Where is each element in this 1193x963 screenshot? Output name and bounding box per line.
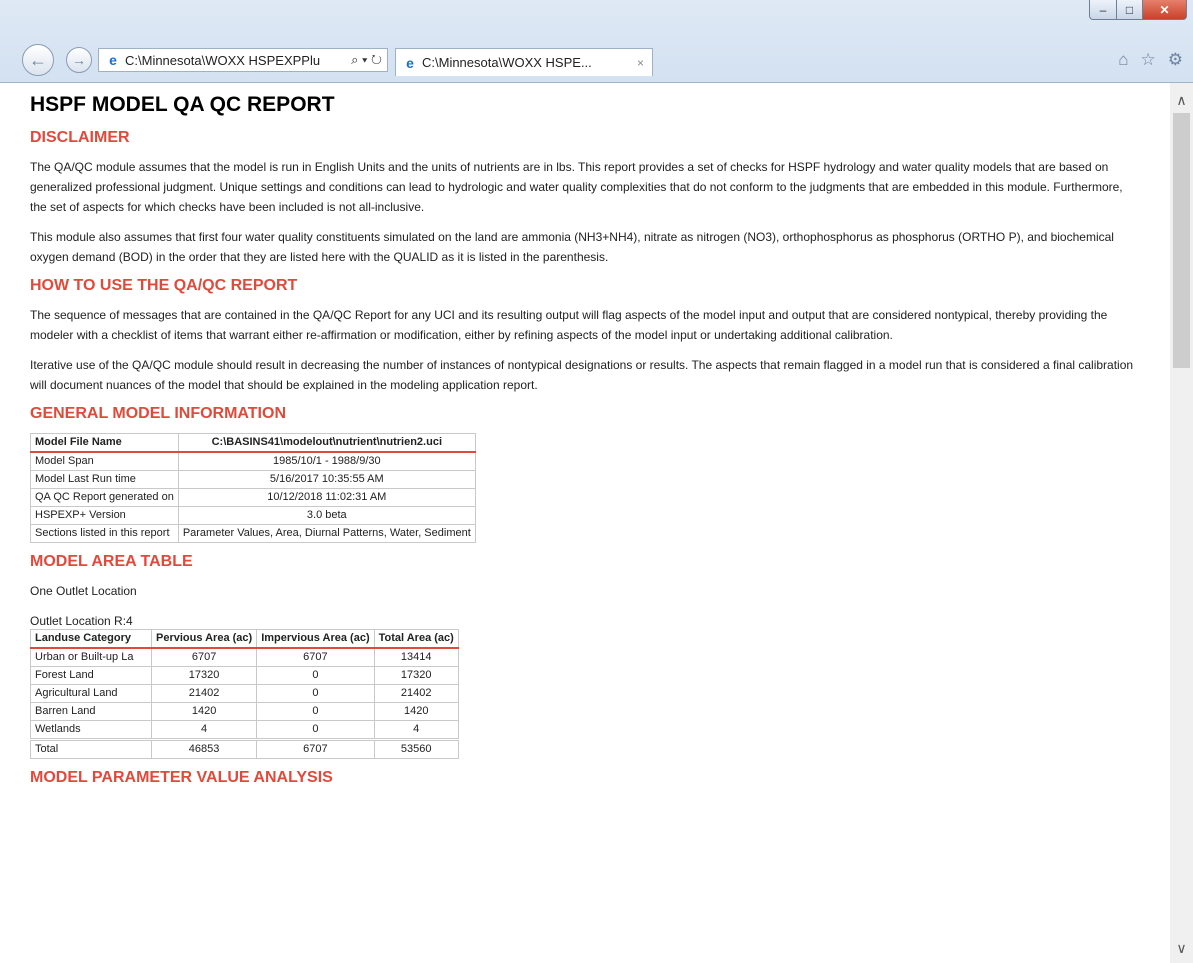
table-cell: 4: [373, 720, 459, 740]
table-cell: Model Span: [30, 451, 179, 471]
table-cell: Parameter Values, Area, Diurnal Patterns…: [177, 524, 476, 543]
maximize-button[interactable]: □: [1117, 0, 1143, 20]
table-cell: Barren Land: [30, 702, 152, 721]
table-cell: Urban or Built-up La: [30, 647, 152, 667]
scroll-up-icon[interactable]: ∧: [1170, 89, 1193, 111]
forward-arrow-icon: →: [72, 52, 86, 68]
table-cell: 0: [256, 684, 375, 703]
table-cell: 1420: [150, 702, 258, 721]
home-icon[interactable]: ⌂: [1118, 50, 1128, 70]
table-cell: 6707: [150, 647, 258, 667]
outlet-location-text: Outlet Location R:4: [30, 614, 133, 628]
disclaimer-heading: DISCLAIMER: [30, 129, 130, 146]
favorites-star-icon[interactable]: ☆: [1141, 50, 1156, 70]
address-bar[interactable]: e C:\Minnesota\WOXX HSPEXPPlu ⌕ ▾ ↻: [98, 48, 388, 72]
table-cell: 3.0 beta: [177, 506, 476, 525]
table-row: Model Last Run time 5/16/2017 10:35:55 A…: [30, 470, 476, 489]
table-cell: 1420: [373, 702, 459, 721]
vertical-scrollbar[interactable]: ∧ ∨: [1170, 83, 1193, 963]
table-header-cell: Total Area (ac): [373, 629, 459, 649]
table-cell: 53560: [373, 738, 459, 759]
table-cell: 0: [256, 666, 375, 685]
table-cell: Forest Land: [30, 666, 152, 685]
scrollbar-thumb[interactable]: [1173, 113, 1190, 368]
page-content: HSPF MODEL QA QC REPORT DISCLAIMER The Q…: [0, 83, 1170, 963]
table-row: Forest Land 17320 0 17320: [30, 666, 459, 685]
table-row: Wetlands 4 0 4: [30, 720, 459, 740]
outlet-count-text: One Outlet Location: [30, 584, 137, 598]
parameter-analysis-heading: MODEL PARAMETER VALUE ANALYSIS: [30, 769, 333, 786]
table-cell: Wetlands: [30, 720, 152, 740]
table-cell: 17320: [150, 666, 258, 685]
settings-gear-icon[interactable]: ⚙: [1168, 50, 1183, 70]
table-cell: Model Last Run time: [30, 470, 179, 489]
table-header-row: Landuse Category Pervious Area (ac) Impe…: [30, 629, 459, 649]
address-text[interactable]: C:\Minnesota\WOXX HSPEXPPlu: [125, 53, 351, 68]
table-header-cell: Landuse Category: [30, 629, 152, 649]
table-total-row: Total 46853 6707 53560: [30, 738, 459, 759]
table-cell: 17320: [373, 666, 459, 685]
how-to-paragraph-2: Iterative use of the QA/QC module should…: [30, 358, 1134, 392]
table-cell: Agricultural Land: [30, 684, 152, 703]
disclaimer-paragraph-2: This module also assumes that first four…: [30, 230, 1114, 264]
general-model-heading: GENERAL MODEL INFORMATION: [30, 405, 286, 422]
model-area-heading: MODEL AREA TABLE: [30, 553, 193, 570]
scroll-down-icon[interactable]: ∨: [1170, 937, 1193, 959]
table-cell: QA QC Report generated on: [30, 488, 179, 507]
model-area-table: Landuse Category Pervious Area (ac) Impe…: [30, 629, 459, 759]
table-row: Model Span 1985/10/1 - 1988/9/30: [30, 451, 476, 471]
table-cell: 10/12/2018 11:02:31 AM: [177, 488, 476, 507]
tab-close-icon[interactable]: ×: [629, 56, 652, 70]
back-button[interactable]: ←: [22, 44, 54, 76]
tab-ie-icon: e: [406, 54, 414, 71]
table-cell: 5/16/2017 10:35:55 AM: [177, 470, 476, 489]
back-arrow-icon: ←: [29, 49, 47, 70]
general-model-table: Model File Name C:\BASINS41\modelout\nut…: [30, 433, 476, 543]
report-title: HSPF MODEL QA QC REPORT: [30, 93, 335, 116]
table-row: Barren Land 1420 0 1420: [30, 702, 459, 721]
address-tools-icons[interactable]: ⌕ ▾ ↻: [351, 52, 387, 68]
toolbar-icons: ⌂ ☆ ⚙: [1118, 50, 1183, 70]
table-cell: 0: [256, 702, 375, 721]
table-header-cell: C:\BASINS41\modelout\nutrient\nutrien2.u…: [177, 433, 476, 453]
table-cell: 6707: [256, 647, 375, 667]
table-cell: 21402: [150, 684, 258, 703]
table-cell: 4: [150, 720, 258, 740]
table-cell: HSPEXP+ Version: [30, 506, 179, 525]
table-header-row: Model File Name C:\BASINS41\modelout\nut…: [30, 433, 476, 453]
how-to-paragraph-1: The sequence of messages that are contai…: [30, 308, 1108, 342]
table-cell: 1985/10/1 - 1988/9/30: [177, 451, 476, 471]
table-cell: 6707: [256, 738, 375, 759]
table-row: Sections listed in this report Parameter…: [30, 524, 476, 543]
disclaimer-paragraph-1: The QA/QC module assumes that the model …: [30, 160, 1123, 214]
close-window-button[interactable]: ✕: [1143, 0, 1187, 20]
browser-tab[interactable]: e C:\Minnesota\WOXX HSPE... ×: [395, 48, 653, 76]
table-cell: 21402: [373, 684, 459, 703]
table-row: Urban or Built-up La 6707 6707 13414: [30, 647, 459, 667]
minimize-button[interactable]: ‒: [1089, 0, 1117, 20]
table-header-cell: Pervious Area (ac): [150, 629, 258, 649]
table-row: Agricultural Land 21402 0 21402: [30, 684, 459, 703]
table-cell: 46853: [150, 738, 258, 759]
table-header-cell: Impervious Area (ac): [256, 629, 375, 649]
tab-title[interactable]: C:\Minnesota\WOXX HSPE...: [422, 55, 629, 70]
table-header-cell: Model File Name: [30, 433, 179, 453]
table-cell: 0: [256, 720, 375, 740]
table-cell: Total: [30, 738, 152, 759]
table-row: QA QC Report generated on 10/12/2018 11:…: [30, 488, 476, 507]
ie-icon: e: [109, 52, 117, 68]
forward-button[interactable]: →: [66, 47, 92, 73]
window-controls: ‒ □ ✕: [1089, 0, 1187, 20]
how-to-heading: HOW TO USE THE QA/QC REPORT: [30, 277, 298, 294]
table-cell: Sections listed in this report: [30, 524, 179, 543]
table-cell: 13414: [373, 647, 459, 667]
browser-chrome: ‒ □ ✕ ← → e C:\Minnesota\WOXX HSPEXPPlu …: [0, 0, 1193, 83]
table-row: HSPEXP+ Version 3.0 beta: [30, 506, 476, 525]
